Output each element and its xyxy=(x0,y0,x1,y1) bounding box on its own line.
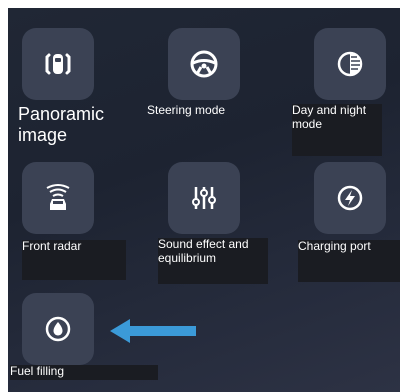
panoramic-image-button[interactable] xyxy=(22,28,94,100)
steering-mode-label: Steering mode xyxy=(147,103,226,117)
vehicle-settings-screen: Panoramic image Steering mode Day and ni… xyxy=(8,8,400,392)
day-night-mode-button[interactable] xyxy=(314,28,386,100)
equalizer-icon xyxy=(184,178,224,218)
steering-wheel-icon xyxy=(184,44,224,84)
car-top-view-icon xyxy=(38,44,78,84)
front-radar-label: Front radar xyxy=(22,239,126,280)
pointer-arrow-icon xyxy=(110,319,196,343)
sound-effect-label: Sound effect and equilibrium xyxy=(158,237,268,284)
charging-port-button[interactable] xyxy=(314,162,386,234)
fuel-filling-button[interactable] xyxy=(22,293,94,365)
day-night-mode-label: Day and night mode xyxy=(292,103,382,156)
steering-mode-button[interactable] xyxy=(168,28,240,100)
panoramic-image-label: Panoramic image xyxy=(18,104,105,145)
fuel-drop-icon xyxy=(38,309,78,349)
lightning-icon xyxy=(330,178,370,218)
front-radar-icon xyxy=(38,178,78,218)
day-night-icon xyxy=(330,44,370,84)
front-radar-button[interactable] xyxy=(22,162,94,234)
charging-port-label: Charging port xyxy=(298,239,400,282)
sound-effect-button[interactable] xyxy=(168,162,240,234)
fuel-filling-label: Fuel filling xyxy=(10,364,158,380)
